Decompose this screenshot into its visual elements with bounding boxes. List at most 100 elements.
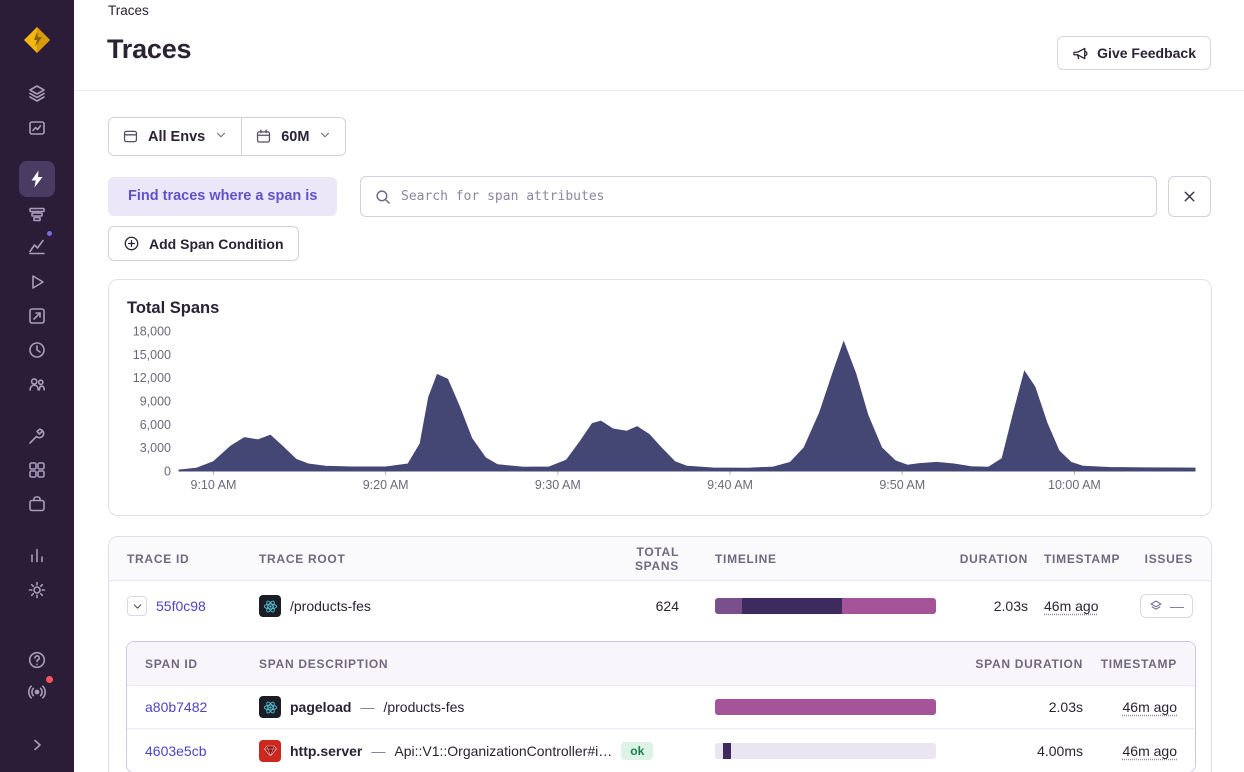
span-timeline-bar — [715, 699, 936, 715]
sidebar-item-replays[interactable] — [19, 264, 55, 300]
sidebar-item-insights[interactable] — [19, 228, 55, 264]
span-op: http.server — [290, 742, 363, 759]
sidebar-item-organization[interactable] — [19, 486, 55, 522]
collapse-trace-button[interactable] — [127, 596, 147, 616]
sidebar-item-releases[interactable] — [19, 298, 55, 334]
trace-timestamp: 46m ago — [1044, 598, 1099, 614]
svg-text:9:30 AM: 9:30 AM — [535, 478, 581, 492]
clear-filter-button[interactable] — [1168, 176, 1211, 217]
sidebar-item-profiles[interactable] — [19, 196, 55, 232]
close-icon — [1184, 191, 1195, 202]
svg-text:9,000: 9,000 — [140, 395, 171, 409]
span-duration: 2.03s — [1048, 699, 1083, 715]
sidebar-item-crons[interactable] — [19, 332, 55, 368]
span-id-link[interactable]: a80b7482 — [145, 699, 259, 715]
sidebar-item-components[interactable] — [19, 452, 55, 488]
whats-new-notification-dot — [44, 674, 55, 685]
react-platform-icon — [259, 696, 281, 718]
svg-text:6,000: 6,000 — [140, 418, 171, 432]
issues-icon — [1150, 600, 1162, 610]
lightning-icon — [31, 170, 43, 188]
span-table-header: SPAN ID SPAN DESCRIPTION SPAN DURATION T… — [127, 642, 1195, 686]
svg-text:9:20 AM: 9:20 AM — [363, 478, 409, 492]
sidebar-item-issues[interactable] — [19, 75, 55, 111]
search-input[interactable] — [401, 189, 1143, 204]
chevron-down-icon — [217, 132, 226, 137]
window-icon — [123, 130, 138, 143]
chart-line-icon — [29, 239, 45, 255]
sidebar-item-traces[interactable] — [19, 161, 55, 197]
col-duration: DURATION — [959, 551, 1028, 566]
total-spans-chart: 0 3,000 6,000 9,000 12,000 15,000 18,000 9:10 A… — [133, 325, 1196, 492]
col-issues: ISSUES — [1144, 551, 1193, 566]
span-row: a80b7482 pageload — /products-fes 2.03s … — [127, 686, 1195, 729]
search-icon — [376, 189, 390, 204]
react-platform-icon — [259, 595, 281, 617]
svg-text:15,000: 15,000 — [133, 348, 171, 362]
svg-text:3,000: 3,000 — [140, 441, 171, 455]
help-icon — [28, 651, 46, 669]
environment-selector[interactable]: All Envs — [109, 118, 242, 155]
sidebar-item-explore[interactable] — [19, 110, 55, 146]
gear-icon — [28, 581, 46, 599]
wrench-icon — [29, 428, 45, 444]
give-feedback-label: Give Feedback — [1097, 45, 1196, 61]
sidebar-collapse-button[interactable] — [19, 727, 55, 763]
time-period-selector[interactable]: 60M — [241, 118, 346, 155]
trace-root-label: /products-fes — [290, 598, 371, 614]
col-timeline: TIMELINE — [715, 551, 777, 566]
sidebar-item-stats[interactable] — [19, 537, 55, 573]
ruby-platform-icon — [259, 739, 281, 762]
add-span-condition-label: Add Span Condition — [149, 235, 284, 252]
span-op: pageload — [290, 699, 352, 715]
svg-text:18,000: 18,000 — [133, 325, 171, 339]
trace-timeline-bar — [715, 598, 936, 614]
layers-icon — [29, 85, 45, 102]
span-description: Api::V1::OrganizationController#i… — [394, 742, 613, 759]
insights-notification-dot — [45, 229, 54, 238]
add-span-condition-button[interactable]: Add Span Condition — [108, 226, 299, 261]
col-span-timestamp: TIMESTAMP — [1100, 656, 1177, 671]
header-divider — [74, 90, 1244, 91]
col-trace-root: TRACE ROOT — [259, 551, 346, 566]
time-period-label: 60M — [281, 128, 310, 145]
span-timestamp: 46m ago — [1122, 742, 1177, 759]
span-status-badge: ok — [621, 741, 654, 760]
breadcrumb[interactable]: Traces — [108, 3, 149, 18]
trace-id-link[interactable]: 55f0c98 — [156, 598, 206, 614]
svg-text:9:10 AM: 9:10 AM — [191, 478, 237, 492]
svg-text:9:40 AM: 9:40 AM — [707, 478, 753, 492]
organization-logo[interactable] — [19, 22, 55, 58]
col-trace-id: TRACE ID — [127, 551, 190, 566]
span-timeline-bar — [715, 742, 936, 759]
grid-icon — [29, 462, 45, 478]
trace-row: 55f0c98 /products-fes 624 2.03s 46m ago — [109, 581, 1211, 631]
trace-duration: 2.03s — [993, 598, 1028, 614]
sidebar-item-help[interactable] — [19, 642, 55, 678]
col-timestamp: TIMESTAMP — [1044, 551, 1121, 566]
span-id-link[interactable]: 4603e5cb — [145, 743, 259, 759]
chevron-right-icon — [34, 739, 41, 751]
sidebar-item-user-feedback[interactable] — [19, 366, 55, 402]
page-title: Traces — [107, 34, 192, 64]
trace-table-header: TRACE ID TRACE ROOT TOTAL SPANS TIMELINE… — [109, 537, 1211, 581]
trace-issues-cell[interactable]: — — [1140, 594, 1193, 618]
span-duration: 4.00ms — [1037, 742, 1083, 759]
sidebar-item-settings[interactable] — [19, 572, 55, 608]
traces-page: Traces Traces Give Feedback All Envs 60M… — [0, 0, 1244, 772]
span-row: 4603e5cb http.server — Api::V1::Organiza… — [127, 729, 1195, 772]
calendar-icon — [257, 129, 271, 143]
span-attribute-search[interactable] — [360, 176, 1157, 217]
span-description: /products-fes — [383, 699, 465, 715]
flamegraph-icon — [29, 207, 45, 222]
briefcase-icon — [29, 496, 45, 512]
sidebar-item-toolbox[interactable] — [19, 418, 55, 454]
bar-chart-icon — [31, 548, 43, 563]
filter-group: All Envs 60M — [108, 117, 347, 156]
svg-text:12,000: 12,000 — [133, 371, 171, 385]
chevron-down-icon — [321, 132, 330, 137]
give-feedback-button[interactable]: Give Feedback — [1057, 36, 1211, 70]
col-span-id: SPAN ID — [145, 656, 198, 671]
sidebar-item-whats-new[interactable] — [19, 674, 55, 710]
svg-text:10:00 AM: 10:00 AM — [1048, 478, 1101, 492]
